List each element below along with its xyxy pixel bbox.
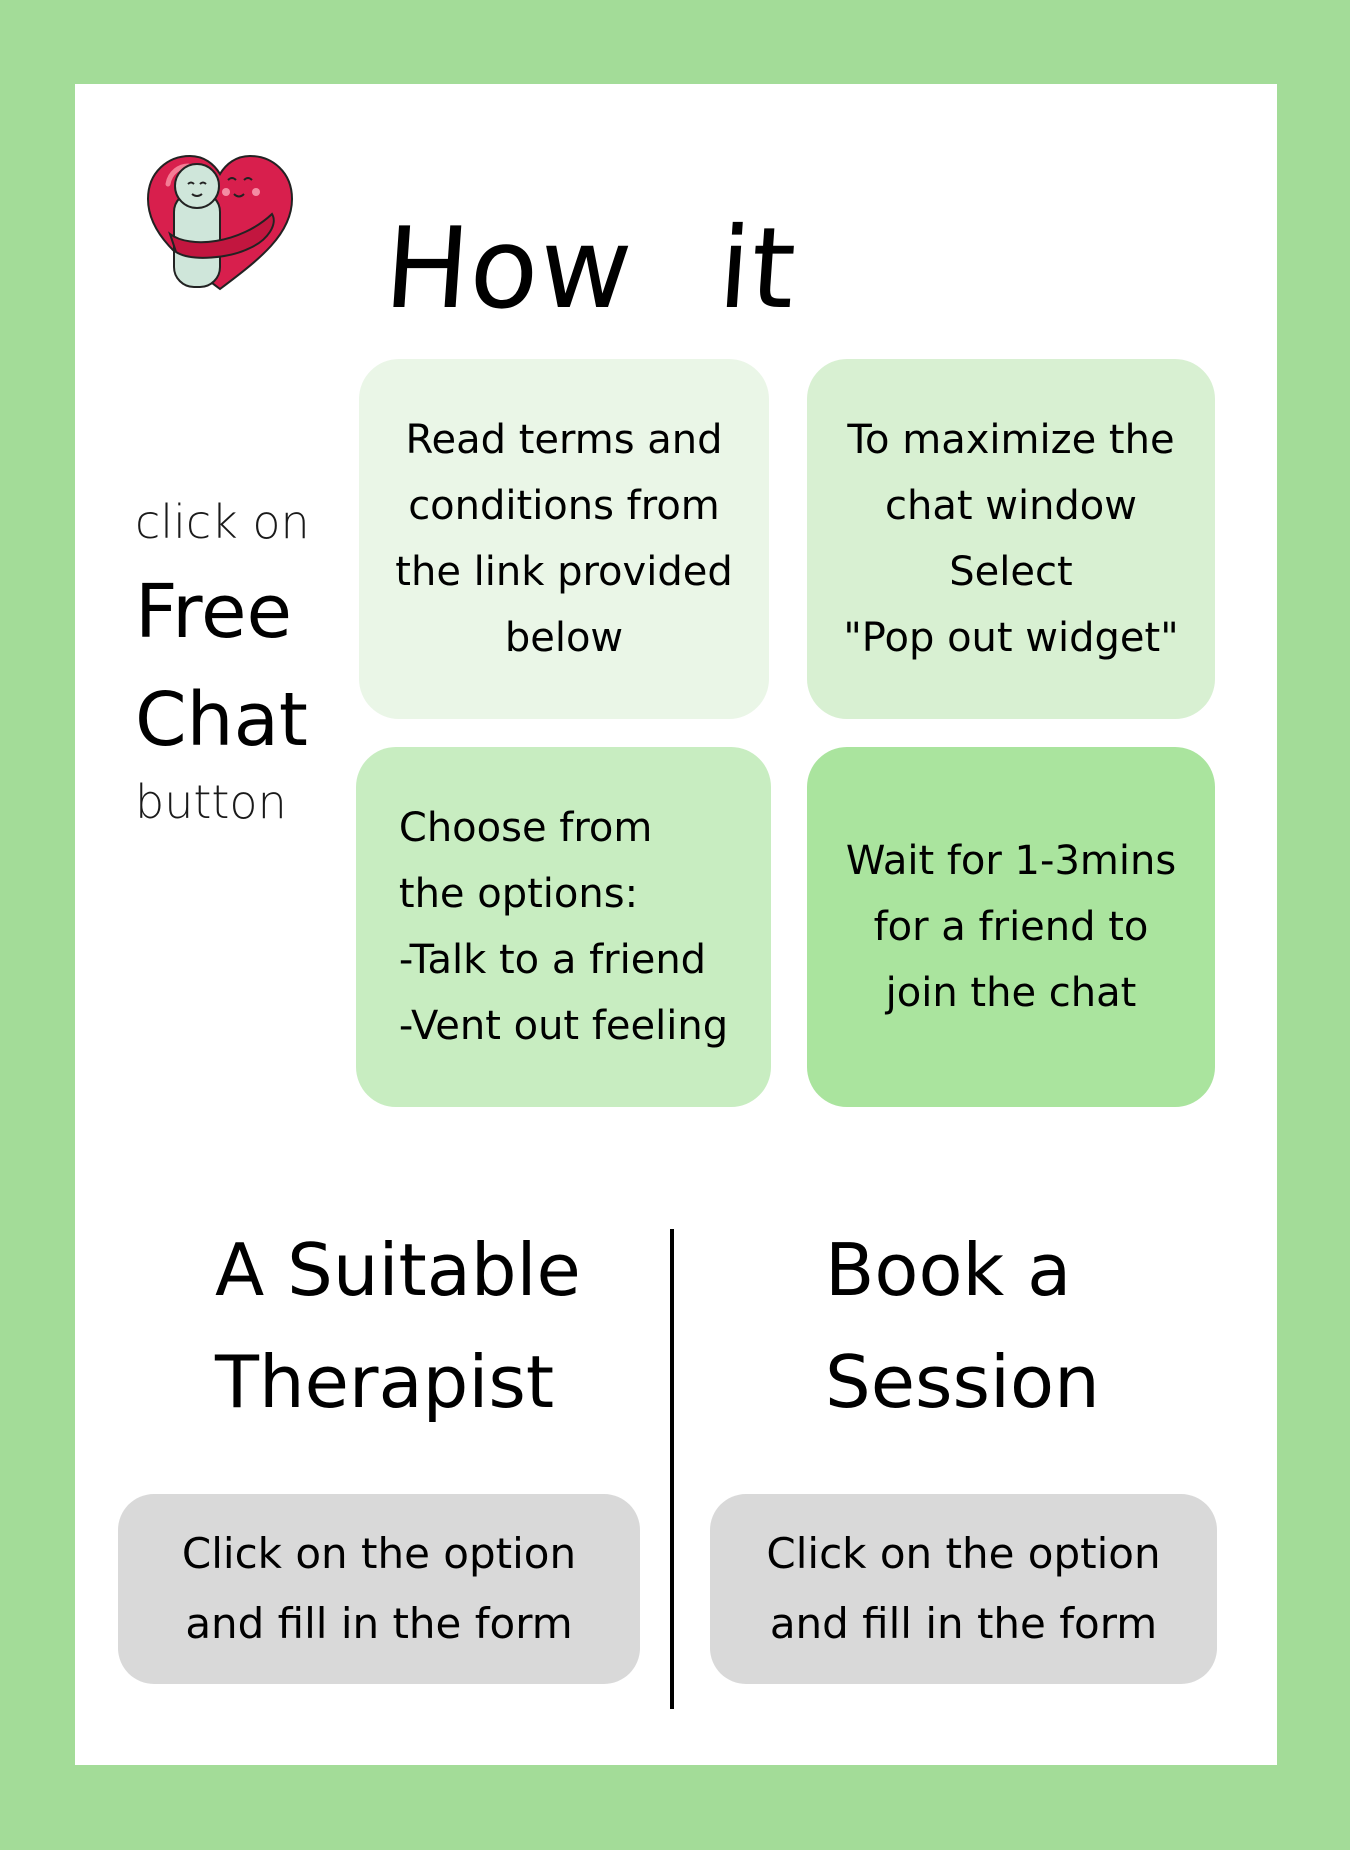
intro-line-1: click on (135, 495, 310, 549)
step-terms-text: Read terms and conditions from the link … (395, 417, 733, 661)
step-wait: Wait for 1-3mins for a friend to join th… (807, 747, 1215, 1107)
page-title: How it Works (371, 204, 801, 474)
step-options: Choose from the options: -Talk to a frie… (356, 747, 771, 1107)
therapist-option-button[interactable]: Click on the option and fill in the form (118, 1494, 640, 1684)
free-chat-label-2: Chat (135, 677, 308, 763)
step-terms: Read terms and conditions from the link … (359, 359, 769, 719)
free-chat-instruction: click on Free Chat button (135, 494, 310, 830)
therapist-option-label: Click on the option and fill in the form (181, 1529, 577, 1648)
intro-line-4: button (135, 775, 287, 829)
free-chat-label-1: Free (135, 569, 293, 655)
step-popout-text: To maximize the chat window Select "Pop … (843, 417, 1179, 661)
session-option-button[interactable]: Click on the option and fill in the form (710, 1494, 1217, 1684)
step-popout: To maximize the chat window Select "Pop … (807, 359, 1215, 719)
heart-hug-icon (140, 144, 300, 304)
therapist-heading: A Suitable Therapist (215, 1228, 581, 1424)
session-option-label: Click on the option and fill in the form (766, 1529, 1161, 1648)
step-options-text: Choose from the options: -Talk to a frie… (398, 805, 729, 1049)
step-wait-text: Wait for 1-3mins for a friend to join th… (845, 838, 1177, 1016)
session-heading: Book a Session (825, 1228, 1100, 1424)
info-card: How it Works click on Free Chat button R… (75, 84, 1277, 1765)
section-divider (670, 1229, 674, 1709)
